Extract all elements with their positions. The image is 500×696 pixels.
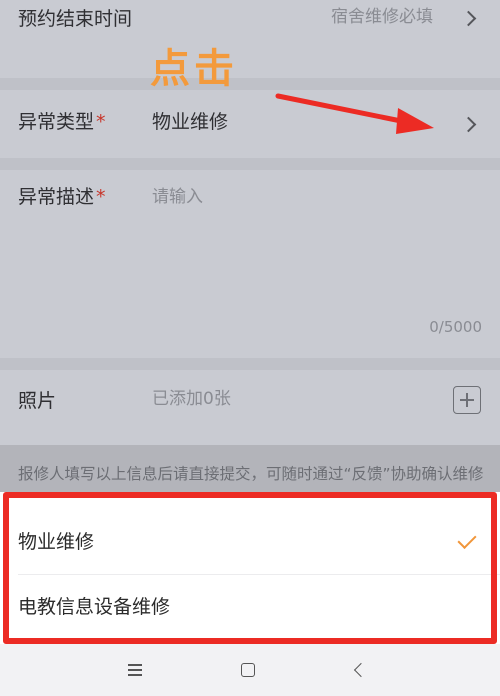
end-time-hint: 宿舍维修必填 [331, 7, 433, 27]
required-mark: * [96, 186, 106, 208]
note-text: 报修人填写以上信息后请直接提交，可随时通过“反馈”协助确认维修效果。紧急情况请拨… [18, 465, 484, 483]
divider [0, 358, 500, 370]
note-banner: 报修人填写以上信息后请直接提交，可随时通过“反馈”协助确认维修效果。紧急情况请拨… [0, 445, 500, 495]
abnormal-type-label: 异常类型 * [18, 111, 106, 133]
system-nav-bar [0, 644, 500, 696]
photos-label: 照片 [18, 390, 57, 412]
abnormal-desc-label: 异常描述 * [18, 186, 106, 208]
char-counter: 0/5000 [429, 318, 482, 336]
photos-row: 照片 已添加0张 [0, 370, 500, 445]
picker-option-label: 电教信息设备维修 [18, 596, 171, 618]
annotation-arrow-icon [275, 93, 434, 134]
check-icon [457, 529, 477, 550]
abnormal-desc-row: 异常描述 * 请输入 [0, 170, 500, 358]
divider [0, 158, 500, 170]
abnormal-type-chevron-icon[interactable] [460, 116, 477, 133]
picker-option-av-equipment[interactable]: 电教信息设备维修 [0, 575, 500, 639]
picker-option-property[interactable]: 物业维修 [0, 510, 500, 574]
add-photo-button[interactable] [453, 386, 481, 414]
abnormal-desc-input[interactable]: 请输入 [152, 182, 482, 312]
end-time-row[interactable]: 预约结束时间 宿舍维修必填 [0, 0, 500, 78]
abnormal-type-value: 物业维修 [152, 111, 229, 133]
required-mark: * [96, 111, 106, 133]
annotation-text: 点击 [150, 46, 238, 92]
back-button[interactable] [345, 654, 377, 686]
menu-icon[interactable] [120, 654, 152, 686]
back-icon [353, 662, 369, 678]
home-button[interactable] [232, 654, 264, 686]
repair-form: 预约结束时间 宿舍维修必填 异常类型 * 物业维修 异常描述 * 请输入 0/500… [0, 0, 500, 495]
picker-option-label: 物业维修 [18, 531, 95, 553]
end-time-chevron-icon [460, 10, 477, 27]
photos-status: 已添加0张 [152, 389, 231, 409]
home-icon [241, 663, 255, 677]
end-time-label: 预约结束时间 [18, 8, 133, 30]
